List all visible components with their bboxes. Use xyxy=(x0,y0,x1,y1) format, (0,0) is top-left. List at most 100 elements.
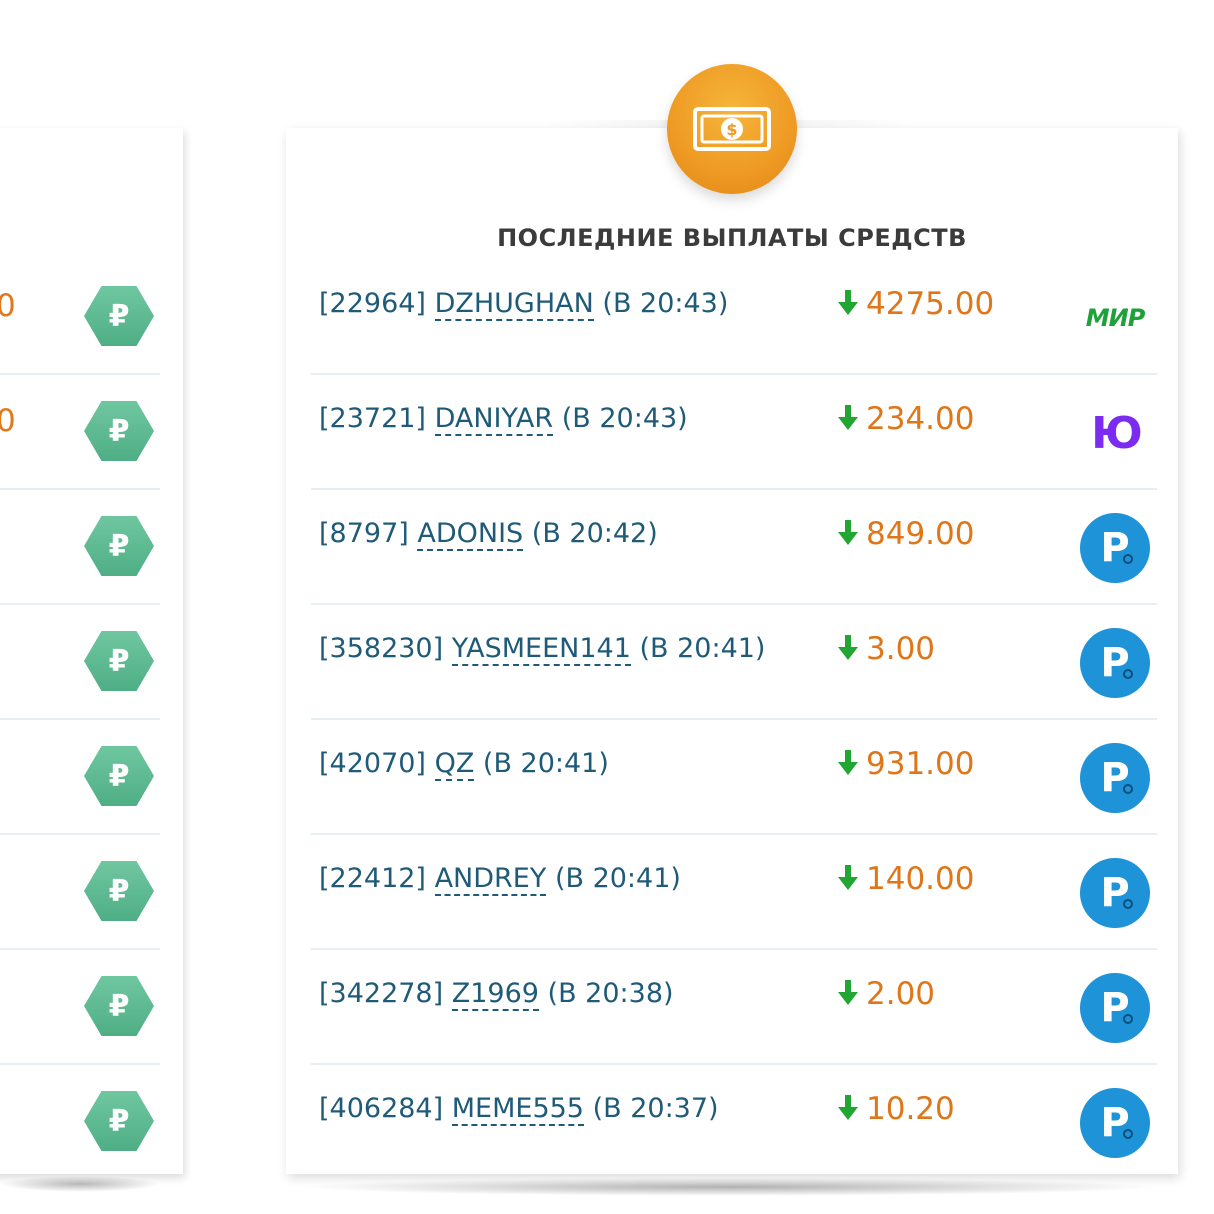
payeer-logo-dot xyxy=(1123,1129,1133,1139)
payout-id: [342278] xyxy=(319,978,444,1009)
payeer-logo-dot xyxy=(1123,899,1133,909)
payeer-logo-dot xyxy=(1123,669,1133,679)
left-panel-row: 0 ₽ xyxy=(0,375,160,490)
payout-time: (В 20:41) xyxy=(639,633,766,664)
payout-amount-cell: 849.00 xyxy=(838,516,974,552)
left-panel-row: ₽ xyxy=(0,1065,160,1180)
ruble-hexagon-icon: ₽ xyxy=(84,401,154,461)
left-panel-row: 0 ₽ xyxy=(0,260,160,375)
payeer-logo-icon: P xyxy=(1079,972,1151,1044)
payeer-logo-letter: P xyxy=(1100,640,1130,686)
payout-user-info: [42070] QZ (В 20:41) xyxy=(319,748,609,781)
payout-row: [23721] DANIYAR (В 20:43) 234.00 Ю xyxy=(311,375,1157,490)
yoomoney-logo-icon: Ю xyxy=(1079,397,1151,469)
payout-user-info: [358230] YASMEEN141 (В 20:41) xyxy=(319,633,766,666)
left-panel-row: ₽ xyxy=(0,605,160,720)
payout-amount: 10.20 xyxy=(866,1091,955,1127)
payout-id: [358230] xyxy=(319,633,444,664)
payout-amount-cell: 2.00 xyxy=(838,976,935,1012)
payout-row: [342278] Z1969 (В 20:38) 2.00 P xyxy=(311,950,1157,1065)
payeer-logo-letter: P xyxy=(1100,1100,1130,1146)
payeer-logo-circle: P xyxy=(1080,1088,1150,1158)
arrow-down-icon xyxy=(838,404,858,430)
payout-username-link[interactable]: YASMEEN141 xyxy=(451,633,631,666)
payout-user-info: [22412] ANDREY (В 20:41) xyxy=(319,863,681,896)
payout-amount-cell: 931.00 xyxy=(838,746,974,782)
payout-username-link[interactable]: ADONIS xyxy=(417,518,524,551)
payeer-logo-dot xyxy=(1123,784,1133,794)
payout-row: [358230] YASMEEN141 (В 20:41) 3.00 P xyxy=(311,605,1157,720)
payeer-logo-letter: P xyxy=(1100,525,1130,571)
payeer-logo-dot xyxy=(1123,554,1133,564)
payout-time: (В 20:43) xyxy=(561,403,688,434)
payout-user-info: [342278] Z1969 (В 20:38) xyxy=(319,978,674,1011)
arrow-down-icon xyxy=(838,289,858,315)
arrow-down-icon xyxy=(838,634,858,660)
payeer-logo-circle: P xyxy=(1080,743,1150,813)
payout-user-info: [406284] MEME555 (В 20:37) xyxy=(319,1093,719,1126)
payout-user-info: [8797] ADONIS (В 20:42) xyxy=(319,518,658,551)
payout-id: [23721] xyxy=(319,403,426,434)
ruble-hexagon-icon: ₽ xyxy=(84,861,154,921)
payout-id: [42070] xyxy=(319,748,426,779)
payout-row: [8797] ADONIS (В 20:42) 849.00 P xyxy=(311,490,1157,605)
payout-time: (В 20:41) xyxy=(482,748,609,779)
payeer-logo-letter: P xyxy=(1100,870,1130,916)
payout-username-link[interactable]: QZ xyxy=(434,748,475,781)
payout-id: [406284] xyxy=(319,1093,444,1124)
payout-user-info: [22964] DZHUGHAN (В 20:43) xyxy=(319,288,729,321)
payout-amount: 4275.00 xyxy=(866,286,995,322)
svg-text:$: $ xyxy=(726,120,737,139)
payeer-logo-dot xyxy=(1123,1014,1133,1024)
payment-method-label: МИР xyxy=(1085,304,1146,332)
payout-amount-cell: 3.00 xyxy=(838,631,935,667)
arrow-down-icon xyxy=(838,979,858,1005)
payout-amount-cell: 234.00 xyxy=(838,401,974,437)
left-panel-row: ₽ xyxy=(0,950,160,1065)
ruble-hexagon-icon: ₽ xyxy=(84,976,154,1036)
mir-logo-icon: МИР xyxy=(1079,282,1151,354)
payout-user-info: [23721] DANIYAR (В 20:43) xyxy=(319,403,688,436)
payout-amount: 2.00 xyxy=(866,976,936,1012)
payout-amount: 3.00 xyxy=(866,631,936,667)
ruble-hexagon-icon: ₽ xyxy=(84,631,154,691)
payout-id: [22964] xyxy=(319,288,426,319)
payout-amount: 931.00 xyxy=(866,746,975,782)
payout-username-link[interactable]: Z1969 xyxy=(451,978,539,1011)
ruble-hexagon-icon: ₽ xyxy=(84,516,154,576)
payeer-logo-letter: P xyxy=(1100,755,1130,801)
payout-time: (В 20:37) xyxy=(592,1093,719,1124)
payout-amount-cell: 10.20 xyxy=(838,1091,955,1127)
payout-time: (В 20:43) xyxy=(602,288,729,319)
left-panel-amount: 0 xyxy=(0,288,16,324)
payeer-logo-icon: P xyxy=(1079,1087,1151,1159)
payout-amount: 849.00 xyxy=(866,516,975,552)
payout-row: [22412] ANDREY (В 20:41) 140.00 P xyxy=(311,835,1157,950)
payouts-card-shadow xyxy=(300,1178,1160,1196)
payeer-logo-icon: P xyxy=(1079,512,1151,584)
payout-id: [22412] xyxy=(319,863,426,894)
payeer-logo-icon: P xyxy=(1079,857,1151,929)
payout-time: (В 20:38) xyxy=(547,978,674,1009)
arrow-down-icon xyxy=(838,864,858,890)
left-panel-row: ₽ xyxy=(0,720,160,835)
payeer-logo-circle: P xyxy=(1080,513,1150,583)
payout-time: (В 20:41) xyxy=(554,863,681,894)
ruble-hexagon-icon: ₽ xyxy=(84,1091,154,1151)
payout-row: [406284] MEME555 (В 20:37) 10.20 P xyxy=(311,1065,1157,1180)
payout-username-link[interactable]: ANDREY xyxy=(434,863,547,896)
payout-row: [22964] DZHUGHAN (В 20:43) 4275.00 МИР xyxy=(311,260,1157,375)
payouts-title: ПОСЛЕДНИЕ ВЫПЛАТЫ СРЕДСТВ xyxy=(497,224,967,252)
payeer-logo-icon: P xyxy=(1079,627,1151,699)
payout-username-link[interactable]: DANIYAR xyxy=(434,403,554,436)
left-panel-row: ₽ xyxy=(0,835,160,950)
payout-amount: 234.00 xyxy=(866,401,975,437)
money-bill-icon: $ xyxy=(667,64,797,194)
left-panel-row: ₽ xyxy=(0,490,160,605)
payout-amount: 140.00 xyxy=(866,861,975,897)
payout-amount-cell: 140.00 xyxy=(838,861,974,897)
payout-username-link[interactable]: MEME555 xyxy=(451,1093,584,1126)
payeer-logo-circle: P xyxy=(1080,973,1150,1043)
payout-username-link[interactable]: DZHUGHAN xyxy=(434,288,594,321)
left-panel-amount: 0 xyxy=(0,403,16,439)
